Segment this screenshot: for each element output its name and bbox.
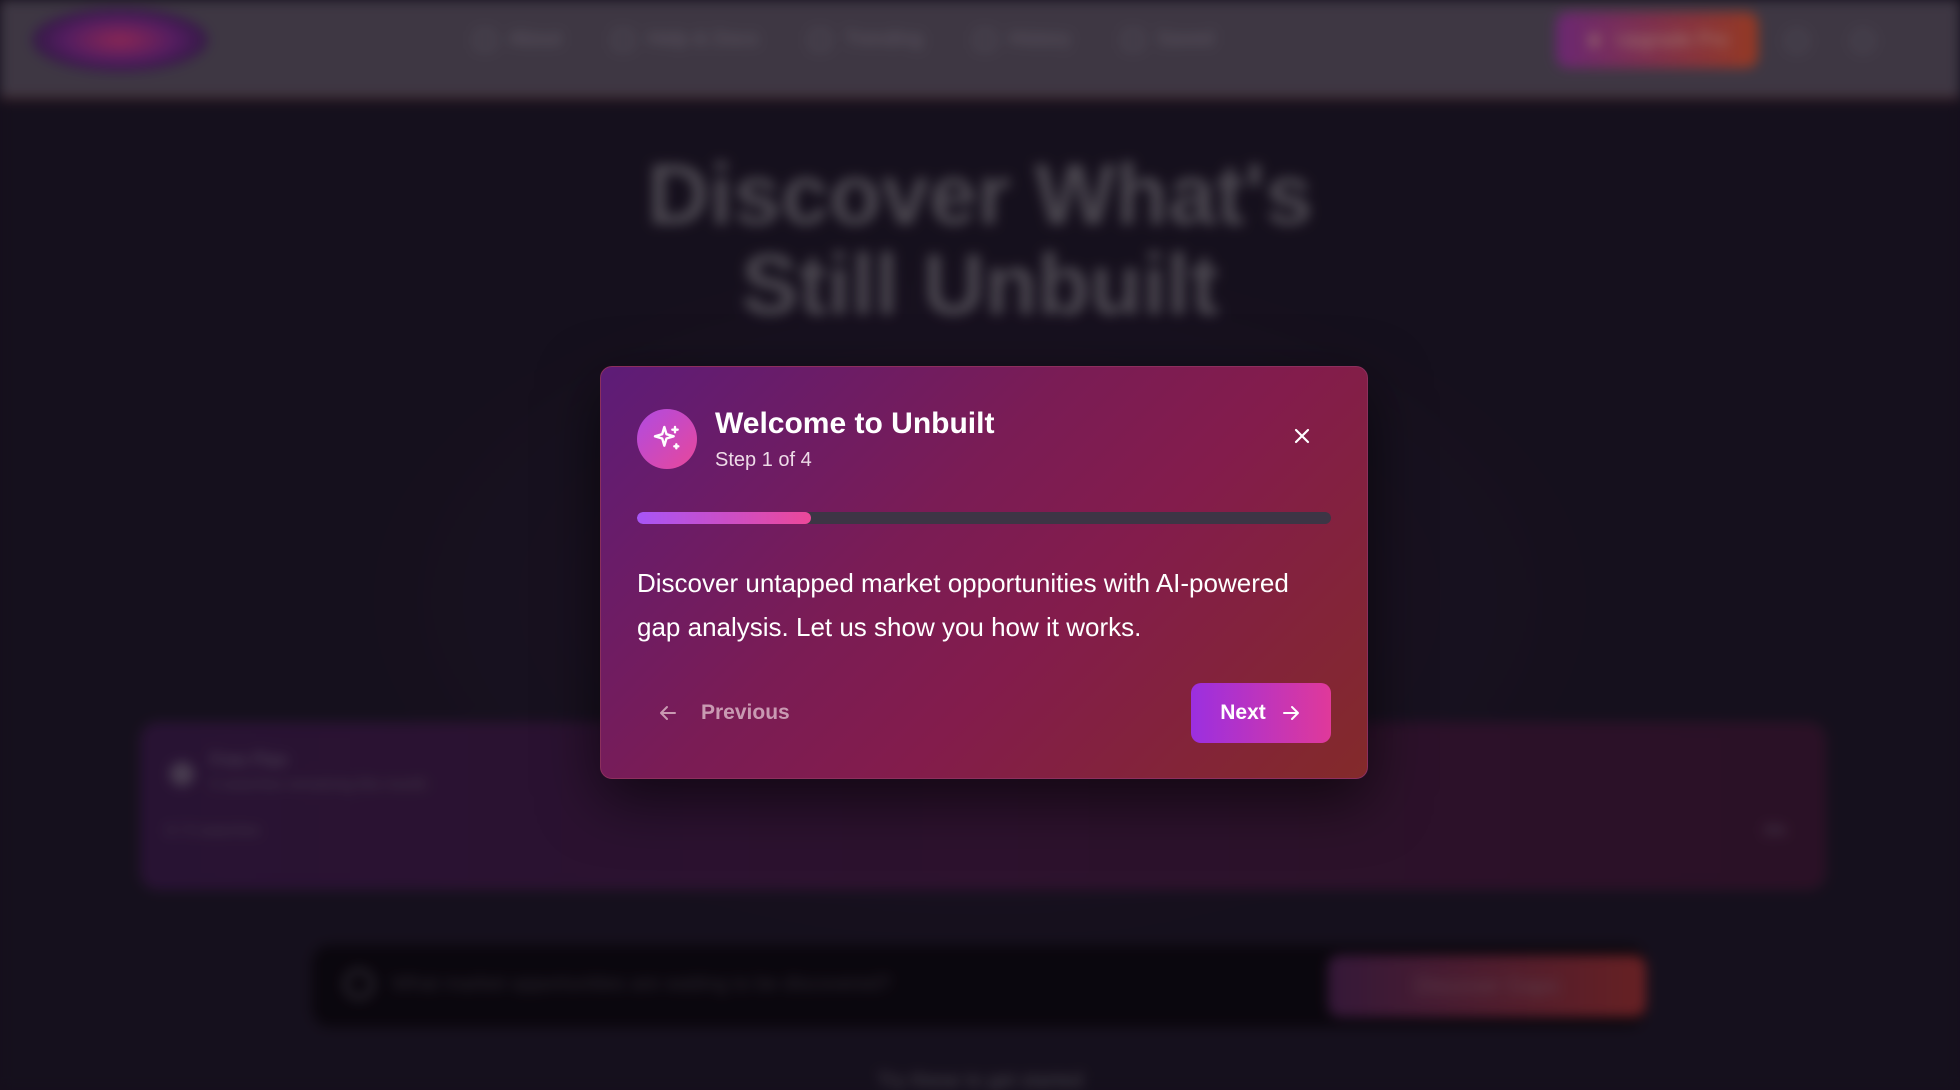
close-icon: [1294, 428, 1310, 444]
tour-progress-bar: [637, 512, 1331, 524]
welcome-tour-dialog: Welcome to Unbuilt Step 1 of 4 Discover …: [600, 366, 1368, 779]
next-label: Next: [1220, 701, 1266, 724]
close-button[interactable]: [1289, 423, 1315, 449]
dialog-title: Welcome to Unbuilt: [715, 407, 995, 440]
tour-progress-fill: [637, 512, 811, 524]
dialog-body: Discover untapped market opportunities w…: [637, 568, 1289, 642]
sparkles-icon: [637, 409, 697, 469]
arrow-right-icon: [1282, 706, 1299, 720]
next-button[interactable]: Next: [1191, 683, 1331, 743]
step-indicator: Step 1 of 4: [715, 449, 812, 471]
previous-label: Previous: [701, 701, 790, 724]
arrow-left-icon: [660, 706, 676, 720]
previous-button[interactable]: Previous: [657, 697, 790, 729]
